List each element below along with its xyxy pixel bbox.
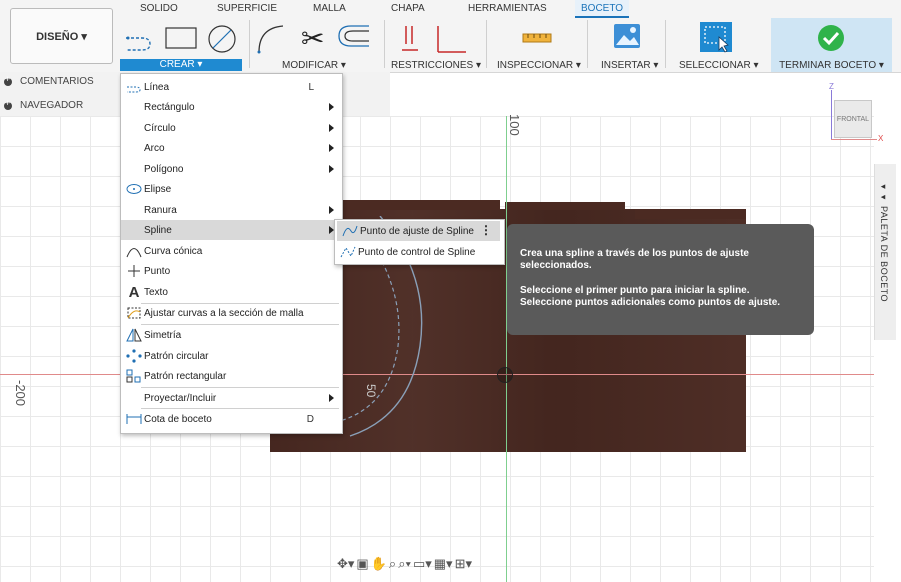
- shortcut-d: D: [306, 413, 314, 425]
- menu-item-spline[interactable]: Spline: [121, 220, 342, 240]
- text-icon: A: [128, 283, 140, 301]
- insert-image-icon[interactable]: [613, 22, 641, 50]
- select-window-icon[interactable]: [698, 20, 734, 54]
- dimension-icon: [125, 412, 143, 426]
- submenu-arrow-icon: [329, 103, 334, 111]
- crear-menu-button[interactable]: CREAR ▾: [120, 59, 242, 71]
- rectangular-pattern-icon: [125, 369, 143, 383]
- ellipse-icon: [125, 182, 143, 196]
- modificar-tools: ✂: [255, 22, 375, 55]
- menu-item-arco[interactable]: Arco: [121, 138, 342, 158]
- more-options-icon[interactable]: ⋮: [480, 223, 492, 237]
- modificar-icons[interactable]: ✂: [255, 22, 375, 55]
- menu-item-proyectar[interactable]: Proyectar/Incluir: [121, 388, 342, 408]
- menu-item-spline-fit[interactable]: Punto de ajuste de Spline ⋮: [337, 221, 500, 241]
- comentarios-label: COMENTARIOS: [20, 76, 94, 87]
- restricciones-icons[interactable]: [400, 24, 470, 54]
- svg-text:✂: ✂: [301, 22, 324, 54]
- expand-icon[interactable]: [4, 98, 12, 110]
- menu-item-rectangulo[interactable]: Rectángulo: [121, 97, 342, 117]
- sketch-palette-label: ◂◂ PALETA DE BOCETO: [879, 182, 889, 303]
- point-icon: [125, 264, 143, 278]
- viewports-icon[interactable]: ⊞▾: [455, 556, 472, 572]
- tab-malla[interactable]: MALLA: [313, 3, 346, 14]
- fit-curves-icon: [125, 306, 143, 320]
- submenu-arrow-icon: [329, 165, 334, 173]
- tooltip-instructions: Seleccione el primer punto para iniciar …: [520, 285, 781, 308]
- fit-spline-icon: [341, 224, 359, 238]
- grid-settings-icon[interactable]: ▦▾: [434, 556, 453, 572]
- navegador-panel[interactable]: NAVEGADOR: [0, 96, 120, 115]
- tab-herramientas[interactable]: HERRAMIENTAS: [468, 3, 547, 14]
- x-axis-label: X: [878, 134, 884, 143]
- menu-item-poligono[interactable]: Polígono: [121, 159, 342, 179]
- insertar-menu-button[interactable]: INSERTAR ▾: [601, 60, 658, 71]
- restricciones-menu-button[interactable]: RESTRICCIONES ▾: [391, 60, 481, 71]
- measure-icon[interactable]: [522, 28, 552, 48]
- restricciones-tools: [400, 24, 470, 54]
- look-at-icon[interactable]: ▣: [356, 556, 368, 572]
- circular-pattern-icon: [125, 349, 143, 363]
- submenu-arrow-icon: [329, 394, 334, 402]
- crear-dropdown-menu: Línea L Rectángulo Círculo Arco Polígono…: [120, 73, 343, 434]
- tab-superficie[interactable]: SUPERFICIE: [217, 3, 277, 14]
- inspeccionar-menu-button[interactable]: INSPECCIONAR ▾: [497, 60, 581, 71]
- submenu-arrow-icon: [329, 206, 334, 214]
- crear-tools: [124, 24, 242, 54]
- command-tooltip: Crea una spline a través de los puntos d…: [507, 224, 814, 335]
- terminar-boceto-group: TERMINAR BOCETO ▾: [771, 18, 892, 72]
- comentarios-panel[interactable]: COMENTARIOS: [0, 72, 120, 91]
- menu-item-cota[interactable]: Cota de boceto D: [121, 409, 342, 429]
- submenu-arrow-icon: [329, 124, 334, 132]
- submenu-arrow-icon: [329, 144, 334, 152]
- fit-view-icon[interactable]: ⌕▾: [398, 556, 411, 572]
- navegador-label: NAVEGADOR: [20, 100, 84, 111]
- spline-submenu: Punto de ajuste de Spline ⋮ Punto de con…: [334, 219, 505, 265]
- view-cube-front[interactable]: FRONTAL: [834, 100, 872, 138]
- terminar-boceto-button[interactable]: TERMINAR BOCETO ▾: [767, 60, 896, 71]
- tooltip-description: Crea una spline a través de los puntos d…: [520, 248, 749, 271]
- menu-item-ajustar-curvas[interactable]: Ajustar curvas a la sección de malla: [121, 303, 342, 323]
- menu-item-curva-conica[interactable]: Curva cónica: [121, 241, 342, 261]
- menu-item-circulo[interactable]: Círculo: [121, 118, 342, 138]
- navigation-bar: ✥▾ ▣ ✋ ⌕ ⌕▾ ▭▾ ▦▾ ⊞▾: [337, 553, 559, 575]
- origin-icon[interactable]: [497, 367, 513, 383]
- pan-icon[interactable]: ✋: [371, 556, 387, 572]
- menu-item-simetria[interactable]: Simetría: [121, 325, 342, 345]
- menu-item-patron-circular[interactable]: Patrón circular: [121, 346, 342, 366]
- tab-solido[interactable]: SOLIDO: [140, 3, 178, 14]
- shortcut-l: L: [308, 81, 314, 93]
- menu-item-linea[interactable]: Línea L: [121, 77, 342, 97]
- mirror-icon: [125, 328, 143, 342]
- conic-curve-icon: [125, 244, 143, 258]
- expand-icon[interactable]: [4, 74, 12, 86]
- finish-sketch-icon[interactable]: [817, 24, 845, 52]
- design-workspace-button[interactable]: DISEÑO ▾: [10, 8, 113, 64]
- menu-item-ranura[interactable]: Ranura: [121, 200, 342, 220]
- y-axis-line: [506, 116, 507, 582]
- line-icon: [125, 80, 143, 94]
- axis-label-top: 100: [507, 114, 522, 136]
- tab-boceto[interactable]: BOCETO: [575, 0, 630, 18]
- menu-item-punto[interactable]: Punto: [121, 261, 342, 281]
- menu-item-elipse[interactable]: Elipse: [121, 179, 342, 199]
- display-settings-icon[interactable]: ▭▾: [413, 556, 432, 572]
- menu-item-texto[interactable]: A Texto: [121, 282, 342, 302]
- control-spline-icon: [339, 245, 357, 259]
- view-cube[interactable]: Z X FRONTAL: [826, 82, 883, 146]
- seleccionar-menu-button[interactable]: SELECCIONAR ▾: [679, 60, 758, 71]
- orbit-icon[interactable]: ✥▾: [337, 556, 354, 572]
- axis-label-mid: 50: [364, 384, 378, 398]
- axis-label-left: -200: [13, 380, 28, 407]
- crear-icons[interactable]: [124, 24, 242, 54]
- toolbar: SOLIDO SUPERFICIE MALLA CHAPA HERRAMIENT…: [0, 0, 901, 73]
- menu-item-patron-rectangular[interactable]: Patrón rectangular: [121, 366, 342, 386]
- menu-item-spline-control[interactable]: Punto de control de Spline: [335, 242, 500, 262]
- tab-chapa[interactable]: CHAPA: [391, 3, 425, 14]
- sketch-palette[interactable]: ◂◂ PALETA DE BOCETO: [874, 164, 896, 340]
- zoom-icon[interactable]: ⌕: [389, 556, 396, 572]
- modificar-menu-button[interactable]: MODIFICAR ▾: [282, 60, 346, 71]
